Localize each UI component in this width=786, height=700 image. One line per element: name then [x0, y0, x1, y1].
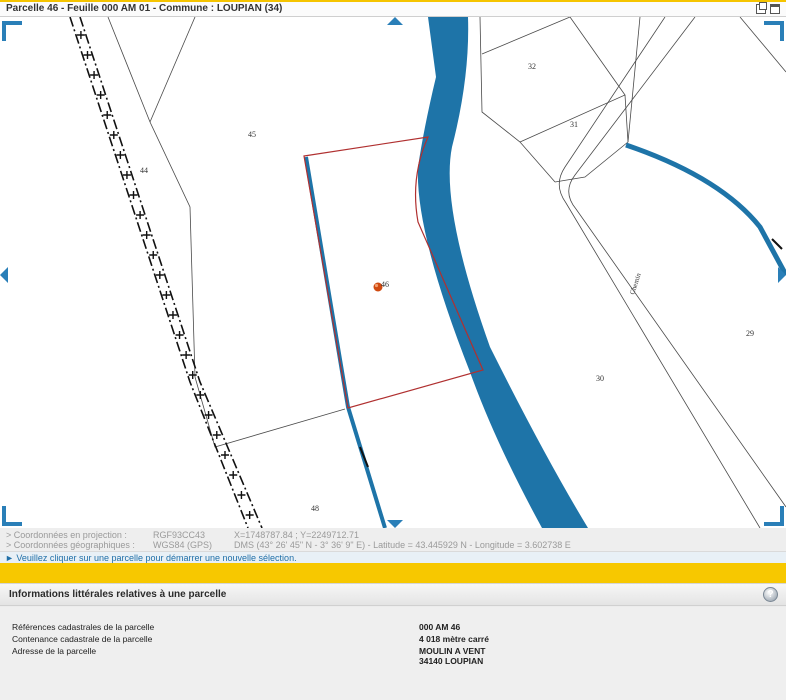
- frame-corner: [764, 21, 784, 41]
- parcel-address-line2: 34140 LOUPIAN: [419, 656, 484, 666]
- boundary-line: [194, 376, 346, 448]
- window-title: Parcelle 46 - Feuille 000 AM 01 - Commun…: [6, 3, 283, 14]
- railway-cross-mark: [142, 231, 151, 239]
- frame-corner: [2, 506, 22, 526]
- info-panel-body: Références cadastrales de la parcelle 00…: [0, 607, 786, 700]
- boundary-line: [479, 17, 556, 183]
- coordinates-panel: > Coordonnées en projection : RGF93CC43 …: [0, 528, 786, 563]
- railway-line: [69, 17, 263, 528]
- pan-down-icon[interactable]: [387, 520, 403, 528]
- projection-system: RGF93CC43: [153, 530, 206, 540]
- railway-cross-mark: [136, 211, 145, 219]
- geographic-system: WGS84 (GPS): [153, 540, 213, 550]
- selection-hint: ► Veuillez cliquer sur une parcelle pour…: [0, 551, 786, 563]
- separator-bar: [0, 563, 786, 583]
- boundary-line: [481, 17, 571, 55]
- railway-cross-mark: [229, 471, 238, 479]
- boundary-line: [554, 94, 629, 183]
- geographic-label: > Coordonnées géographiques :: [6, 540, 135, 550]
- projection-label: > Coordonnées en projection :: [6, 530, 127, 540]
- parcel-label: 30: [596, 374, 604, 383]
- boundary-line: [149, 17, 196, 123]
- parcel-label: 31: [570, 120, 578, 129]
- pan-left-icon[interactable]: [0, 267, 8, 283]
- railway-cross-mark: [83, 51, 92, 59]
- restore-window-icon[interactable]: [756, 2, 767, 14]
- cadastral-reference-value: 000 AM 46: [419, 622, 461, 632]
- parcel-info-panel: Informations littérales relatives à une …: [0, 583, 786, 700]
- parcel-label: 44: [140, 166, 148, 175]
- railway-cross-mark: [245, 511, 254, 519]
- stream: [625, 142, 786, 277]
- railway-cross-mark: [90, 71, 99, 79]
- cadastral-area-value: 4 018 mètre carré: [419, 634, 489, 644]
- railway-cross-mark: [149, 251, 158, 259]
- railway-cross-mark: [109, 131, 118, 139]
- map-canvas[interactable]: 44 45 46 48 29 30 31 32 Chemin: [0, 17, 786, 528]
- cadastral-reference-label: Références cadastrales de la parcelle: [12, 622, 155, 632]
- frame-corner: [764, 506, 784, 526]
- river: [417, 17, 588, 528]
- railway-cross-mark: [175, 331, 184, 339]
- boundary-line: [107, 17, 196, 378]
- parcel-label: 32: [528, 62, 536, 71]
- parcel-address-label: Adresse de la parcelle: [12, 646, 97, 656]
- parcel-label: 29: [746, 329, 754, 338]
- railway-cross-mark: [122, 171, 131, 179]
- parcel-label: 45: [248, 130, 256, 139]
- stream: [304, 156, 387, 528]
- railway-cross-mark: [182, 351, 191, 359]
- info-panel-title: Informations littérales relatives à une …: [9, 589, 227, 600]
- parcel-label: 48: [311, 504, 319, 513]
- railway-cross-mark: [168, 311, 177, 319]
- cadastral-map[interactable]: 44 45 46 48 29 30 31 32 Chemin: [0, 17, 786, 528]
- railway-cross-mark: [221, 451, 229, 459]
- railway-cross-mark: [103, 111, 112, 119]
- pan-right-icon[interactable]: [778, 267, 786, 283]
- pan-up-icon[interactable]: [387, 17, 403, 25]
- maximize-window-icon[interactable]: [770, 4, 780, 14]
- railway-cross-mark: [212, 431, 221, 439]
- projection-value: X=1748787.84 ; Y=2249712.71: [234, 530, 359, 540]
- railway-cross-mark: [162, 291, 171, 299]
- railway-cross-mark: [116, 151, 125, 159]
- railway-cross-mark: [204, 411, 213, 419]
- info-panel-header: Informations littérales relatives à une …: [0, 584, 786, 606]
- railway-cross-mark: [96, 91, 105, 99]
- parcel-label: 46: [381, 280, 389, 289]
- geographic-value: DMS (43° 26' 45" N - 3° 36' 9" E) - Lati…: [234, 540, 571, 550]
- railway-cross-mark: [76, 31, 85, 39]
- road-edge-left: [558, 17, 761, 528]
- railway-cross-mark: [237, 491, 246, 499]
- parcel-address-line1: MOULIN A VENT: [419, 646, 486, 656]
- window-titlebar: Parcelle 46 - Feuille 000 AM 01 - Commun…: [0, 0, 786, 17]
- boundary-line: [627, 17, 641, 143]
- railway-cross-mark: [155, 271, 164, 279]
- frame-corner: [2, 21, 22, 41]
- railway-cross-mark: [196, 391, 205, 399]
- cadastral-area-label: Contenance cadastrale de la parcelle: [12, 634, 153, 644]
- help-icon[interactable]: ?: [763, 587, 778, 602]
- road-label: Chemin: [628, 272, 643, 296]
- cadastre-viewer: Parcelle 46 - Feuille 000 AM 01 - Commun…: [0, 0, 786, 700]
- railway-cross-mark: [129, 191, 138, 199]
